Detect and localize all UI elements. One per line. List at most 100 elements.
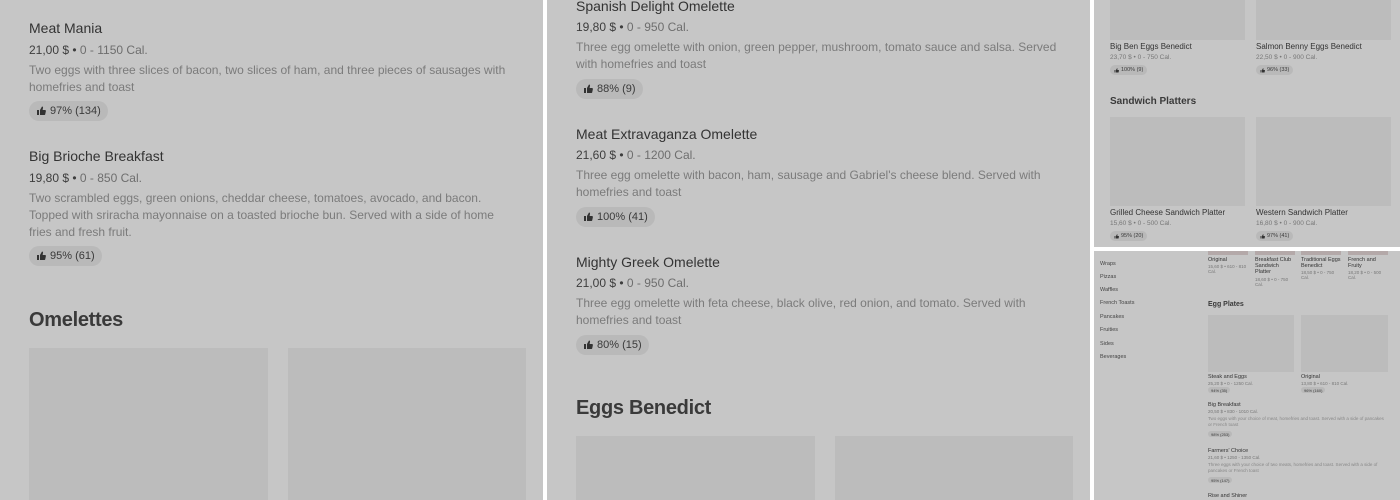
rating-badge: 98% (253) <box>1208 431 1233 437</box>
menu-item-title[interactable]: Mighty Greek Omelette <box>576 254 720 270</box>
thumbs-up-icon <box>1114 67 1119 72</box>
sidebar-item-pancakes[interactable]: Pancakes <box>1100 314 1124 320</box>
rating-badge: 88% (9) <box>576 79 643 99</box>
thumbs-up-icon <box>584 340 593 349</box>
card-meta: 18,50 $ • 0 - 750 Cal. <box>1301 270 1335 280</box>
sidebar-item-pizzas[interactable]: Pizzas <box>1100 274 1116 280</box>
rating-badge: 95% (61) <box>29 246 102 266</box>
menu-panel-3: Big Ben Eggs Benedict 23,70 $ • 0 - 750 … <box>1094 0 1400 247</box>
menu-item-meta: 21,60 $ • 1250 - 1350 Cal. <box>1208 455 1261 460</box>
thumbs-up-icon <box>584 212 593 221</box>
sidebar-item-waffles[interactable]: Waffles <box>1100 287 1118 293</box>
card-title[interactable]: Salmon Benny Eggs Benedict <box>1256 42 1362 51</box>
sidebar-item-sides[interactable]: Sides <box>1100 341 1114 347</box>
calories: 0 - 900 Cal. <box>1283 220 1318 227</box>
item-image[interactable] <box>1256 0 1391 40</box>
rating-text: 97% (41) <box>1267 233 1290 239</box>
item-image[interactable] <box>1208 315 1294 372</box>
menu-panel-2: Spanish Delight Omelette 19,80 $ • 0 - 9… <box>547 0 1090 500</box>
section-heading-eggs-benedict: Eggs Benedict <box>576 397 712 419</box>
item-image[interactable] <box>1301 315 1388 372</box>
price: 19,80 $ <box>29 171 70 185</box>
menu-item-title[interactable]: Big Brioche Breakfast <box>29 148 164 164</box>
menu-item-meta: 20,50 $ • 830 - 1010 Cal. <box>1208 409 1258 414</box>
rating-text: 94% (35) <box>1211 387 1228 393</box>
menu-item-description: Two scrambled eggs, green onions, chedda… <box>29 191 494 239</box>
calories: 0 - 950 Cal. <box>626 276 689 290</box>
card-meta: 15,60 $ • 0 - 500 Cal. <box>1110 220 1172 227</box>
thumbs-up-icon <box>37 106 46 115</box>
item-image[interactable] <box>29 348 268 500</box>
menu-item-meta: 21,00 $ • 0 - 950 Cal. <box>576 276 689 290</box>
sidebar-item-wraps[interactable]: Wraps <box>1100 261 1116 267</box>
rating-text: 95% (20) <box>1121 233 1144 239</box>
card-meta: 13,80 $ • 610 - 810 Cal. <box>1301 381 1349 386</box>
rating-text: 95% (147) <box>1211 477 1230 483</box>
item-image[interactable] <box>1255 251 1295 255</box>
card-title[interactable]: Steak and Eggs <box>1208 374 1247 380</box>
calories: 0 - 850 Cal. <box>79 171 142 185</box>
rating-badge: 96% (160) <box>1301 387 1326 393</box>
price: 21,00 $ <box>29 43 70 57</box>
menu-item-title[interactable]: Rise and Shiner <box>1208 493 1247 499</box>
card-title[interactable]: Big Ben Eggs Benedict <box>1110 42 1192 51</box>
card-meta: 16,80 $ • 0 - 900 Cal. <box>1256 220 1318 227</box>
card-meta: 18,20 $ • 0 - 500 Cal. <box>1348 270 1382 280</box>
menu-item-description: Three eggs with your choice of two meats… <box>1208 462 1378 473</box>
rating-text: 96% (33) <box>1267 67 1290 73</box>
item-image[interactable] <box>288 348 526 500</box>
card-meta: 23,70 $ • 0 - 750 Cal. <box>1110 54 1172 61</box>
item-image[interactable] <box>1110 117 1245 206</box>
rating-badge: 95% (20) <box>1110 231 1148 241</box>
thumbs-up-icon <box>1114 233 1119 238</box>
rating-text: 98% (253) <box>1211 431 1230 437</box>
calories: 0 - 750 Cal. <box>1137 54 1172 61</box>
sidebar-item-french-toasts[interactable]: French Toasts <box>1100 300 1134 306</box>
price: 15,60 $ <box>1110 220 1132 227</box>
section-heading-sandwich-platters: Sandwich Platters <box>1110 96 1197 107</box>
calories: 0 - 500 Cal. <box>1137 220 1172 227</box>
item-image[interactable] <box>1256 117 1391 206</box>
card-title[interactable]: Original <box>1301 374 1320 380</box>
price: 23,70 $ <box>1110 54 1132 61</box>
item-image[interactable] <box>1301 251 1341 255</box>
menu-item-meta: 19,80 $ • 0 - 950 Cal. <box>576 20 689 34</box>
menu-item-title[interactable]: Farmers' Choice <box>1208 448 1248 454</box>
item-image[interactable] <box>1110 0 1245 40</box>
sidebar-item-beverages[interactable]: Beverages <box>1100 354 1126 360</box>
menu-item-title[interactable]: Meat Extravaganza Omelette <box>576 126 757 142</box>
menu-item-meta: 19,80 $ • 0 - 850 Cal. <box>29 171 142 185</box>
calories: 0 - 1150 Cal. <box>79 43 148 57</box>
card-title[interactable]: Breakfast Club Sandwich Platter <box>1255 257 1295 275</box>
menu-item-title[interactable]: Big Breakfast <box>1208 402 1241 408</box>
menu-item-description: Three egg omelette with bacon, ham, saus… <box>576 168 1041 199</box>
rating-text: 96% (160) <box>1304 387 1323 393</box>
item-image[interactable] <box>1348 251 1388 255</box>
card-meta: 25,20 $ • 0 - 1250 Cal. <box>1208 381 1253 386</box>
section-heading-egg-plates: Egg Plates <box>1208 301 1244 308</box>
rating-badge: 97% (134) <box>29 101 108 121</box>
item-image[interactable] <box>835 436 1073 500</box>
rating-text: 100% (41) <box>597 211 648 223</box>
price: 16,80 $ <box>1256 220 1278 227</box>
rating-text: 80% (15) <box>597 339 642 351</box>
card-title[interactable]: French and Fruity <box>1348 257 1388 269</box>
rating-badge: 96% (33) <box>1256 65 1294 75</box>
item-image[interactable] <box>576 436 815 500</box>
sidebar-item-fruities[interactable]: Fruities <box>1100 327 1118 333</box>
card-title[interactable]: Grilled Cheese Sandwich Platter <box>1110 208 1225 217</box>
rating-text: 100% (9) <box>1121 67 1144 73</box>
rating-text: 97% (134) <box>50 105 101 117</box>
section-heading-omelettes: Omelettes <box>29 309 124 331</box>
rating-badge: 80% (15) <box>576 335 649 355</box>
card-meta: 15,60 $ • 610 - 810 Cal. <box>1208 264 1247 274</box>
menu-panel-4: Wraps Pizzas Waffles French Toasts Panca… <box>1094 251 1400 500</box>
card-title[interactable]: Western Sandwich Platter <box>1256 208 1348 217</box>
rating-badge: 97% (41) <box>1256 231 1294 241</box>
card-title[interactable]: Original <box>1208 257 1248 263</box>
menu-item-title[interactable]: Meat Mania <box>29 20 102 36</box>
card-title[interactable]: Traditional Eggs Benedict <box>1301 257 1341 269</box>
menu-item-title[interactable]: Spanish Delight Omelette <box>576 0 735 14</box>
item-image[interactable] <box>1208 251 1248 255</box>
card-meta: 18,60 $ • 0 - 750 Cal. <box>1255 277 1289 287</box>
